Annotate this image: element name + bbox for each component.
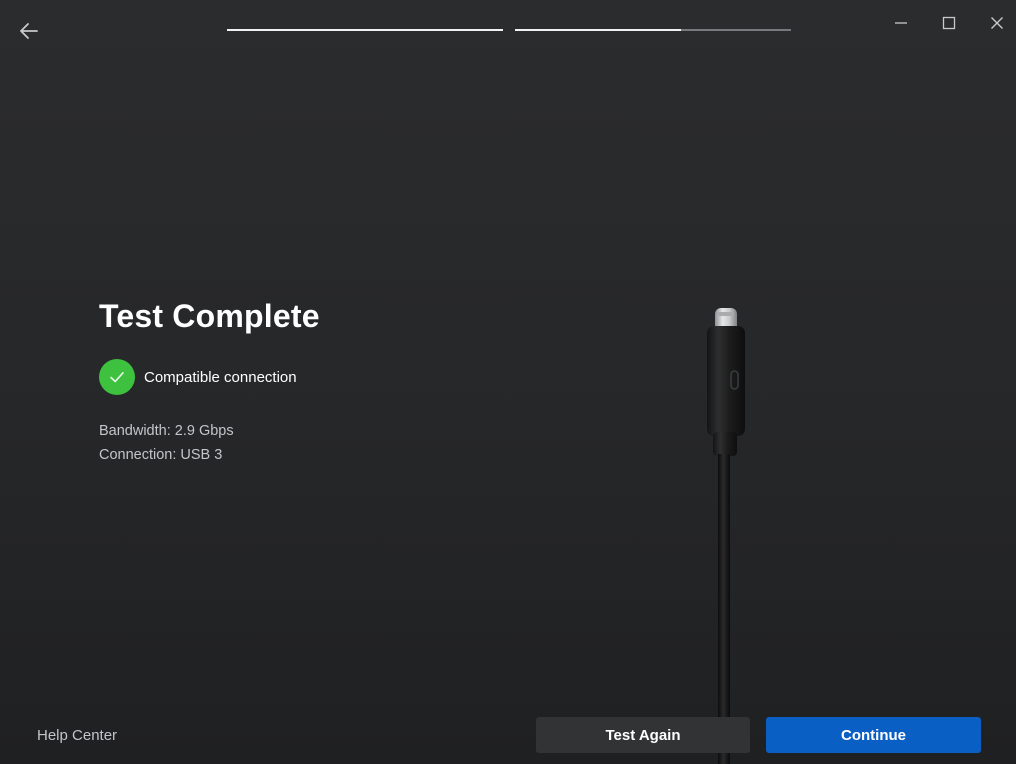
minimize-button[interactable]: [886, 8, 916, 38]
connection-text: Connection: USB 3: [99, 447, 223, 463]
progress-step-2: [515, 29, 791, 31]
status-text: Compatible connection: [144, 368, 297, 386]
status-row: Compatible connection: [99, 359, 297, 395]
back-button[interactable]: [14, 16, 44, 46]
minimize-icon: [895, 22, 907, 24]
arrow-left-icon: [20, 23, 38, 39]
close-icon: [991, 17, 1003, 29]
check-icon: [110, 372, 124, 383]
status-badge: [99, 359, 135, 395]
continue-button[interactable]: Continue: [766, 717, 981, 753]
usb-c-cable-illustration: [707, 308, 745, 764]
progress-step-1: [227, 29, 503, 31]
close-button[interactable]: [982, 8, 1012, 38]
help-center-link[interactable]: Help Center: [37, 727, 117, 744]
test-again-button[interactable]: Test Again: [536, 717, 750, 753]
progress-step-2-fill: [515, 29, 681, 31]
maximize-icon: [942, 16, 956, 30]
progress-step-1-fill: [227, 29, 503, 31]
maximize-button[interactable]: [934, 8, 964, 38]
bandwidth-text: Bandwidth: 2.9 Gbps: [99, 423, 234, 439]
page-title: Test Complete: [99, 298, 320, 334]
